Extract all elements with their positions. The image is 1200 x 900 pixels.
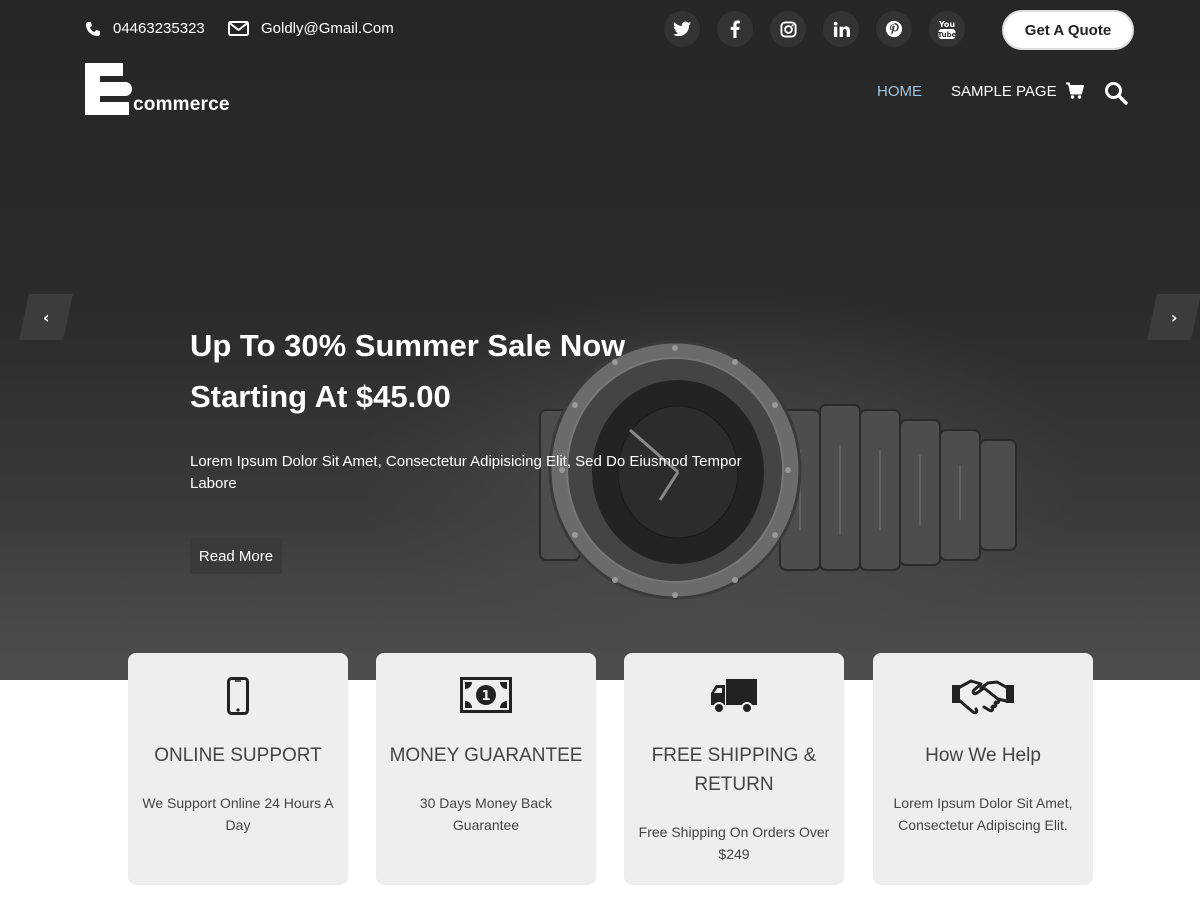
money-bill-icon: 1 — [376, 677, 596, 717]
feature-text: Free Shipping On Orders Over $249 — [638, 824, 830, 862]
search-icon[interactable] — [1104, 81, 1128, 110]
youtube-icon[interactable]: You Tube — [929, 11, 965, 47]
feature-title: MONEY GUARANTEE — [389, 745, 583, 766]
phone-contact[interactable]: 04463235323 — [85, 20, 205, 37]
svg-text:You: You — [938, 20, 956, 29]
logo-text[interactable]: commerce — [133, 94, 230, 116]
hero-slider: 04463235323 Goldly@Gmail.Com You Tube Ge… — [0, 0, 1200, 680]
email-contact[interactable]: Goldly@Gmail.Com — [228, 20, 394, 37]
feature-text: We Support Online 24 Hours A Day — [142, 795, 334, 833]
social-links: You Tube — [664, 11, 965, 47]
hero-title-line-2: Starting At $45.00 — [190, 379, 451, 414]
mobile-phone-icon — [128, 677, 348, 717]
chevron-right-icon: › — [1170, 307, 1178, 327]
envelope-icon — [228, 21, 249, 36]
phone-number: 04463235323 — [113, 20, 205, 37]
slider-next-button[interactable]: › — [1147, 294, 1200, 340]
nav-sample-page[interactable]: SAMPLE PAGE — [951, 83, 1057, 100]
twitter-icon[interactable] — [664, 11, 700, 47]
truck-icon — [624, 677, 844, 717]
feature-title: FREE SHIPPING & RETURN — [651, 745, 817, 795]
slider-prev-button[interactable]: ‹ — [19, 294, 73, 340]
feature-card-online-support: ONLINE SUPPORT We Support Online 24 Hour… — [128, 653, 348, 885]
hero-title-line-1: Up To 30% Summer Sale Now — [190, 328, 626, 363]
chevron-left-icon: ‹ — [42, 307, 50, 327]
top-bar: 04463235323 Goldly@Gmail.Com You Tube Ge… — [0, 0, 1200, 62]
get-a-quote-button[interactable]: Get A Quote — [1002, 10, 1134, 50]
feature-card-free-shipping: FREE SHIPPING & RETURN Free Shipping On … — [624, 653, 844, 885]
feature-card-money-guarantee: 1 MONEY GUARANTEE 30 Days Money Back Gua… — [376, 653, 596, 885]
hero-title: Up To 30% Summer Sale Now Starting At $4… — [190, 320, 710, 422]
feature-title: How We Help — [925, 745, 1041, 766]
feature-text: 30 Days Money Back Guarantee — [419, 795, 553, 833]
email-address: Goldly@Gmail.Com — [261, 20, 394, 37]
linkedin-icon[interactable] — [823, 11, 859, 47]
feature-card-how-we-help: How We Help Lorem Ipsum Dolor Sit Amet, … — [873, 653, 1093, 885]
cart-icon[interactable] — [1066, 82, 1085, 105]
feature-title: ONLINE SUPPORT — [154, 745, 322, 766]
facebook-icon[interactable] — [717, 11, 753, 47]
nav-home[interactable]: HOME — [877, 83, 922, 100]
feature-text: Lorem Ipsum Dolor Sit Amet, Consectetur … — [893, 795, 1073, 833]
svg-text:Tube: Tube — [938, 31, 957, 39]
handshake-icon — [873, 677, 1093, 717]
read-more-button[interactable]: Read More — [190, 538, 282, 574]
pinterest-icon[interactable] — [876, 11, 912, 47]
svg-text:1: 1 — [481, 689, 490, 704]
phone-icon — [86, 21, 100, 36]
instagram-icon[interactable] — [770, 11, 806, 47]
hero-description: Lorem Ipsum Dolor Sit Amet, Consectetur … — [190, 453, 742, 492]
